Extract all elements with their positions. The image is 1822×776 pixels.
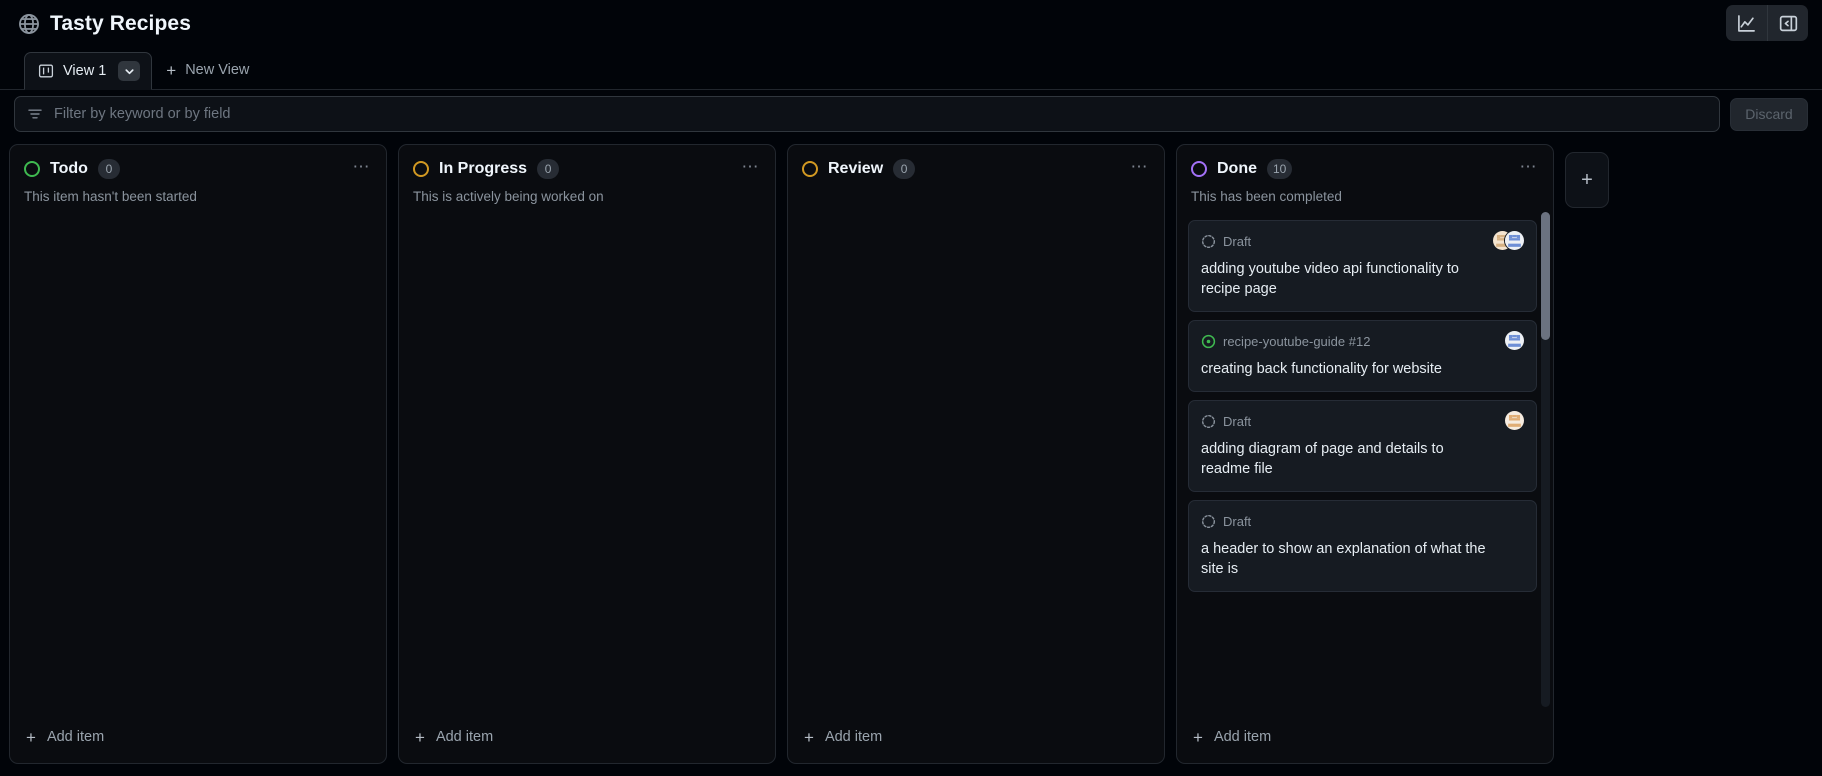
graph-icon [1737,14,1756,33]
sidebar-expand-icon [1779,14,1798,33]
plus-icon: + [1581,168,1593,191]
column-header: Review 0 ⋯ [788,145,1164,179]
plus-icon: + [1193,727,1203,747]
filter-input[interactable]: Filter by keyword or by field [54,106,230,122]
column-description: This item hasn't been started [24,189,197,204]
header-actions [1726,5,1808,41]
card-meta: recipe-youtube-guide #12 [1201,331,1524,351]
insights-button[interactable] [1726,5,1767,41]
draft-dashed-circle-icon [1201,414,1216,429]
card-title: adding diagram of page and details to re… [1201,441,1444,478]
add-item-button-todo[interactable]: + Add item [10,711,386,763]
board-card[interactable]: Draft adding diagram of page and details … [1188,400,1537,493]
add-item-label: Add item [435,729,494,745]
column-header: Done 10 ⋯ [1177,145,1553,179]
column-description: This is actively being worked on [413,189,604,204]
column-menu-button[interactable]: ⋯ [1515,154,1543,180]
chevron-down-icon [124,66,135,77]
status-dot-icon [1191,161,1207,177]
plus-icon: + [804,727,814,747]
column-count-badge: 0 [537,159,560,179]
card-meta-label: Draft [1223,233,1252,249]
tab-view-1[interactable]: View 1 [24,52,153,90]
avatar-blue-identicon [1504,330,1525,352]
add-item-button-in-progress[interactable]: + Add item [399,711,775,763]
column-cards-area[interactable] [788,188,1164,711]
column-title: Todo [50,160,88,177]
status-dot-icon [24,161,40,177]
board-card[interactable]: recipe-youtube-guide #12 creating back fu… [1188,320,1537,393]
new-view-label: New View [185,62,250,78]
add-item-button-review[interactable]: + Add item [788,711,1164,763]
card-meta: Draft [1201,231,1524,251]
card-assignees [1504,410,1525,432]
board-column-in-progress: In Progress 0 ⋯ This is actively being w… [398,144,776,764]
add-column-button[interactable]: + [1565,152,1609,208]
filter-bar: Filter by keyword or by field Discard [0,90,1822,138]
status-dot-icon [802,161,818,177]
avatar-tan-identicon [1504,410,1525,432]
card-meta-label: Draft [1223,513,1252,529]
discard-button[interactable]: Discard [1730,97,1808,131]
column-description [788,179,1164,188]
tab-label: View 1 [63,63,107,79]
board: Todo 0 ⋯ This item hasn't been started +… [0,138,1822,764]
board-column-done: Done 10 ⋯ This has been completed Draft a… [1176,144,1554,764]
page-title: Tasty Recipes [50,12,191,35]
column-description: This has been completed [1191,189,1342,204]
status-dot-icon [413,161,429,177]
column-title: Done [1217,160,1257,177]
issue-closed-icon [1201,334,1216,349]
column-header: Todo 0 ⋯ [10,145,386,179]
column-menu-button[interactable]: ⋯ [348,154,376,180]
add-item-label: Add item [1213,729,1272,745]
column-menu-button[interactable]: ⋯ [737,154,765,180]
view-tabs: View 1 + New View [0,48,1822,90]
sidebar-toggle-button[interactable] [1767,5,1808,41]
column-cards-area[interactable] [10,206,386,711]
card-meta-label: recipe-youtube-guide #12 [1223,333,1371,349]
add-item-button-done[interactable]: + Add item [1177,711,1553,763]
column-title: In Progress [439,160,528,177]
column-cards-area[interactable] [399,206,775,711]
project-board-icon [38,63,54,79]
plus-icon: + [166,60,177,80]
board-card[interactable]: Draft adding youtube video api functional… [1188,220,1537,313]
board-column-todo: Todo 0 ⋯ This item hasn't been started +… [9,144,387,764]
card-title: creating back functionality for website [1201,361,1442,378]
card-assignees [1492,230,1525,252]
add-item-label: Add item [824,729,883,745]
card-title: adding youtube video api functionality t… [1201,261,1459,298]
card-title: a header to show an explanation of what … [1201,541,1486,578]
card-meta: Draft [1201,411,1524,431]
plus-icon: + [415,727,425,747]
column-cards-area[interactable]: Draft adding youtube video api functional… [1177,206,1553,711]
draft-dashed-circle-icon [1201,234,1216,249]
column-scrollbar[interactable] [1541,212,1550,707]
card-assignees [1504,330,1525,352]
board-column-review: Review 0 ⋯ + Add item [787,144,1165,764]
card-meta: Draft [1201,511,1524,531]
globe-icon [18,13,50,35]
board-card[interactable]: Draft a header to show an explanation of … [1188,500,1537,593]
avatar-blue-identicon [1504,230,1525,252]
column-count-badge: 0 [97,159,120,179]
column-count-badge: 0 [893,159,916,179]
plus-icon: + [26,727,36,747]
column-count-badge: 10 [1267,159,1293,179]
new-view-button[interactable]: + New View [152,51,263,89]
column-title: Review [828,160,884,177]
scrollbar-thumb[interactable] [1541,212,1550,341]
column-header: In Progress 0 ⋯ [399,145,775,179]
column-menu-button[interactable]: ⋯ [1126,154,1154,180]
view-options-button[interactable] [118,61,141,81]
filter-icon [27,106,43,122]
app-header: Tasty Recipes [0,0,1822,48]
add-column-area: + [1565,144,1609,764]
card-meta-label: Draft [1223,413,1252,429]
filter-input-wrapper[interactable]: Filter by keyword or by field [14,96,1720,132]
draft-dashed-circle-icon [1201,514,1216,529]
add-item-label: Add item [46,729,105,745]
